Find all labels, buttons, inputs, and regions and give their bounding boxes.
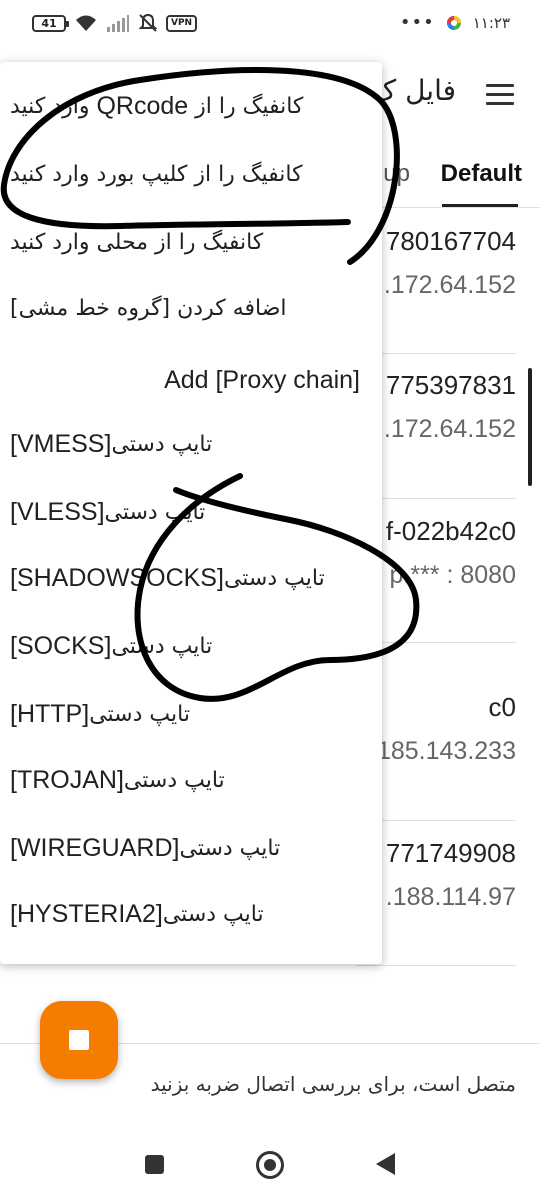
status-icons-right: ••• ۱۱:۲۳ [400, 12, 510, 34]
battery-icon: 41 [32, 14, 69, 32]
menu-item-manual-shadowsocks[interactable]: تایپ دستی [SHADOWSOCKS] [10, 544, 360, 612]
menu-item-label: QRcode [96, 91, 189, 120]
menu-item-label: تایپ دستی [111, 633, 213, 659]
divider [356, 965, 516, 966]
menu-item-label: تایپ دستی [89, 701, 190, 727]
stop-button[interactable] [40, 1001, 118, 1079]
recents-icon[interactable] [145, 1155, 164, 1174]
menu-item-manual-wireguard[interactable]: تایپ دستی [WIREGUARD] [10, 814, 360, 882]
menu-item-import-clipboard[interactable]: کانفیگ را از کلیپ بورد وارد کنید [10, 140, 360, 208]
back-icon[interactable] [376, 1153, 395, 1175]
menu-item-manual-trojan[interactable]: تایپ دستی [TROJAN] [10, 746, 360, 814]
status-bar: 41 VPN ••• ۱۱:۲۳ [0, 0, 540, 48]
wifi-icon [76, 15, 96, 31]
tab-group[interactable]: up [383, 160, 410, 188]
vpn-icon: VPN [166, 14, 198, 32]
menu-item-manual-http[interactable]: تایپ دستی [HTTP] [10, 680, 360, 748]
clock: ۱۱:۲۳ [472, 14, 510, 32]
menu-item-protocol: [VMESS] [10, 429, 112, 458]
tab-default[interactable]: Default [441, 160, 522, 188]
menu-item-manual-vmess[interactable]: تایپ دستی [VMESS] [10, 410, 360, 478]
menu-item-protocol: [TROJAN] [10, 765, 124, 794]
navigation-bar [0, 1130, 540, 1200]
menu-item-label: تایپ دستی [162, 901, 264, 927]
stop-icon [69, 1030, 89, 1050]
app-notification-icon [446, 16, 461, 30]
menu-item-label: اضافه کردن [گروه خط مشی] [10, 295, 287, 321]
menu-item-label: تایپ دستی [111, 431, 213, 457]
menu-item-manual-socks[interactable]: تایپ دستی [SOCKS] [10, 612, 360, 680]
menu-item-import-qrcode[interactable]: کانفیگ را از QRcode وارد کنید [10, 72, 360, 140]
menu-icon[interactable] [486, 84, 514, 106]
scrollbar[interactable] [528, 368, 532, 486]
menu-item-protocol: [HYSTERIA2] [10, 899, 163, 928]
app-title: فایل ک [371, 74, 456, 107]
menu-item-label: کانفیگ را از محلی وارد کنید [10, 229, 264, 255]
menu-item-import-local[interactable]: کانفیگ را از محلی وارد کنید [10, 208, 360, 276]
connection-status[interactable]: متصل است، برای بررسی اتصال ضربه بزنید [151, 1072, 516, 1096]
signal-icon [107, 15, 129, 32]
menu-item-add-proxy-chain[interactable]: Add [Proxy chain] [10, 346, 360, 414]
menu-item-label: کانفیگ را از کلیپ بورد وارد کنید [10, 161, 303, 187]
more-notifications-icon: ••• [399, 12, 435, 33]
menu-item-label: وارد کنید [10, 93, 90, 119]
menu-item-manual-hysteria2[interactable]: تایپ دستی [HYSTERIA2] [10, 880, 360, 948]
menu-item-label: تایپ دستی [104, 499, 206, 525]
menu-item-add-policy-group[interactable]: اضافه کردن [گروه خط مشی] [10, 274, 360, 342]
menu-item-label: کانفیگ را از [195, 93, 304, 119]
status-icons-left: 41 VPN [32, 12, 198, 34]
notifications-off-icon [138, 13, 158, 32]
menu-item-label: Add [Proxy chain] [164, 365, 360, 394]
menu-item-label: تایپ دستی [179, 835, 281, 861]
menu-item-label: تایپ دستی [223, 565, 325, 591]
home-icon[interactable] [256, 1151, 284, 1179]
menu-item-label: تایپ دستی [123, 767, 225, 793]
battery-level: 41 [41, 16, 57, 30]
menu-item-protocol: [WIREGUARD] [10, 833, 180, 862]
menu-item-manual-vless[interactable]: تایپ دستی [VLESS] [10, 478, 360, 546]
menu-item-protocol: [HTTP] [10, 699, 90, 728]
menu-item-protocol: [VLESS] [10, 497, 105, 526]
menu-item-protocol: [SOCKS] [10, 631, 112, 660]
add-config-menu: کانفیگ را از QRcode وارد کنید کانفیگ را … [0, 62, 382, 964]
menu-item-protocol: [SHADOWSOCKS] [10, 563, 224, 592]
